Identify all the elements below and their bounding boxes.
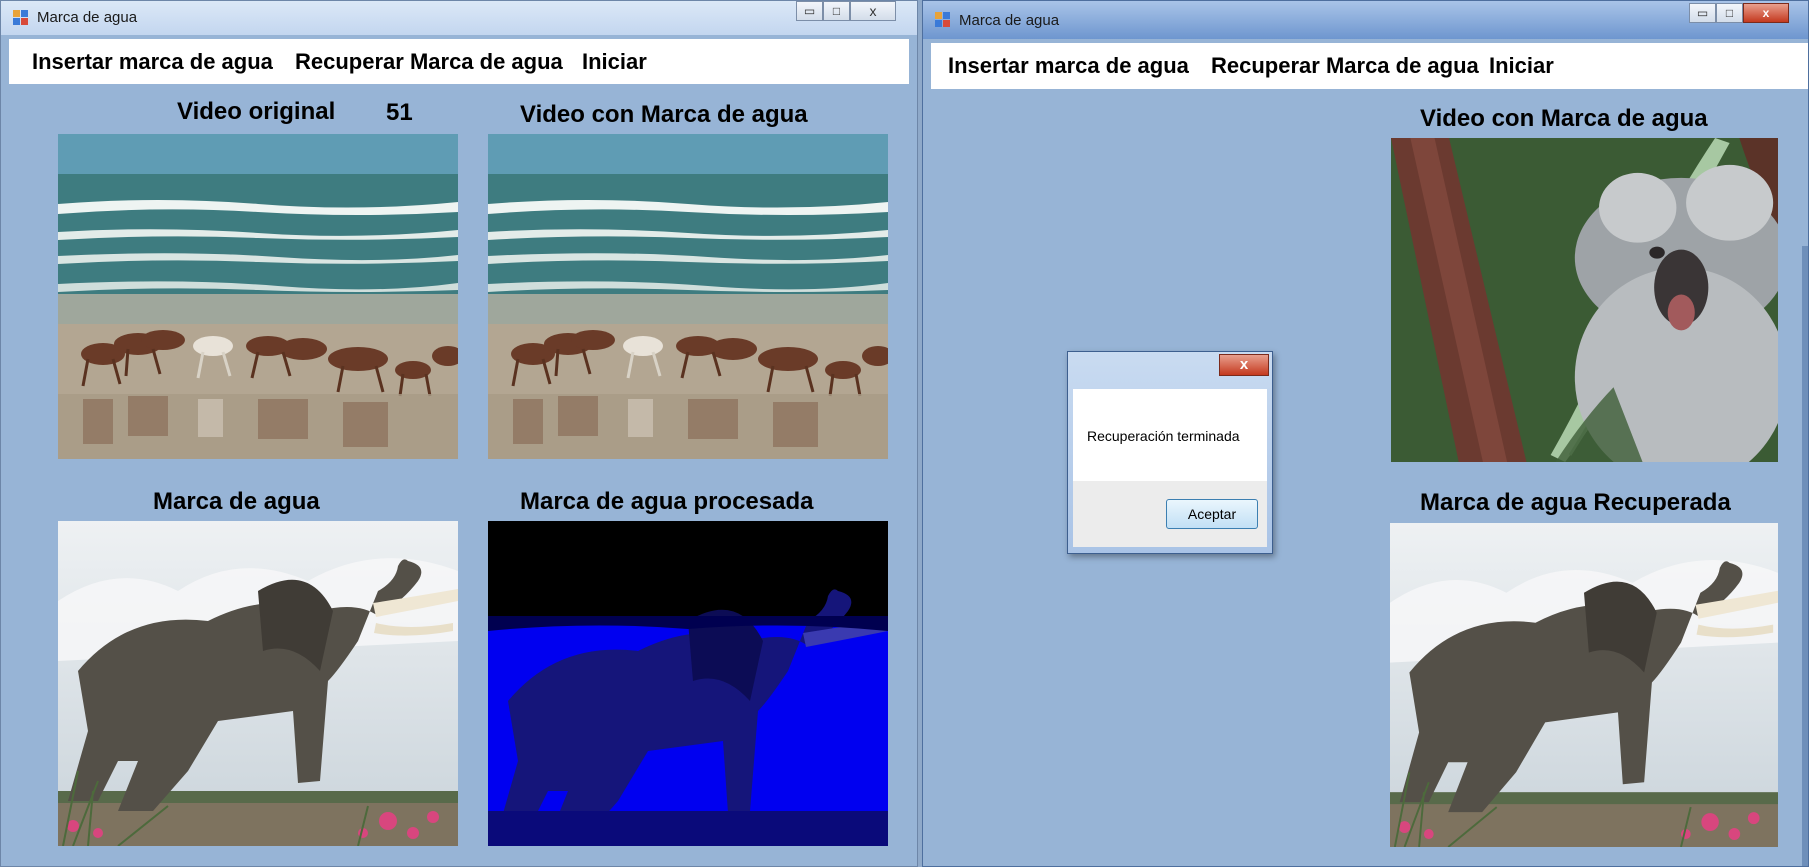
watermarked-video-image: [488, 134, 888, 459]
menu-iniciar[interactable]: Iniciar: [582, 49, 647, 75]
title-bar[interactable]: Marca de agua ▭ □ x: [923, 1, 1808, 39]
dialog-message: Recuperación terminada: [1087, 428, 1240, 444]
close-button[interactable]: x: [850, 1, 896, 21]
title-bar[interactable]: Marca de agua ▭ □ x: [1, 1, 917, 35]
elephant-statue-image: [58, 521, 458, 846]
accept-button[interactable]: Aceptar: [1166, 499, 1258, 529]
minimize-button[interactable]: ▭: [1689, 3, 1716, 23]
dialog-close-button[interactable]: x: [1219, 354, 1269, 376]
menu-insertar-marca[interactable]: Insertar marca de agua: [948, 53, 1189, 79]
recovered-watermark-image: [1390, 523, 1778, 847]
menu-bar: Insertar marca de agua Recuperar Marca d…: [9, 39, 909, 84]
message-dialog: x Recuperación terminada Aceptar: [1067, 351, 1273, 554]
horses-on-beach-image: [58, 134, 458, 459]
label-marca-procesada: Marca de agua procesada: [520, 488, 814, 515]
maximize-button[interactable]: □: [1716, 3, 1743, 23]
menu-recuperar-marca[interactable]: Recuperar Marca de agua: [295, 49, 563, 75]
close-button[interactable]: x: [1743, 3, 1789, 23]
menu-insertar-marca[interactable]: Insertar marca de agua: [32, 49, 273, 75]
koala-image: [1391, 138, 1778, 462]
processed-watermark-image: [488, 521, 888, 846]
label-video-marca: Video con Marca de agua: [1420, 105, 1708, 132]
label-marca-recuperada: Marca de agua Recuperada: [1420, 489, 1731, 516]
main-window-left: Marca de agua ▭ □ x Insertar marca de ag…: [0, 0, 918, 867]
window-title: Marca de agua: [959, 12, 1060, 29]
label-video-marca: Video con Marca de agua: [520, 101, 808, 128]
minimize-button[interactable]: ▭: [796, 1, 823, 21]
dialog-body: Recuperación terminada: [1073, 389, 1267, 481]
frame-counter: 51: [386, 99, 413, 126]
maximize-button[interactable]: □: [823, 1, 850, 21]
label-marca-de-agua: Marca de agua: [153, 488, 320, 515]
label-video-original: Video original: [177, 98, 336, 125]
menu-bar: Insertar marca de agua Recuperar Marca d…: [931, 43, 1808, 89]
menu-iniciar[interactable]: Iniciar: [1489, 53, 1554, 79]
main-window-right: Marca de agua ▭ □ x Insertar marca de ag…: [922, 0, 1809, 867]
window-title: Marca de agua: [37, 9, 138, 26]
app-icon: [13, 10, 29, 26]
app-icon: [935, 12, 951, 28]
dialog-footer: Aceptar: [1073, 481, 1267, 547]
menu-recuperar-marca[interactable]: Recuperar Marca de agua: [1211, 53, 1479, 79]
window-edge: [1802, 246, 1808, 866]
